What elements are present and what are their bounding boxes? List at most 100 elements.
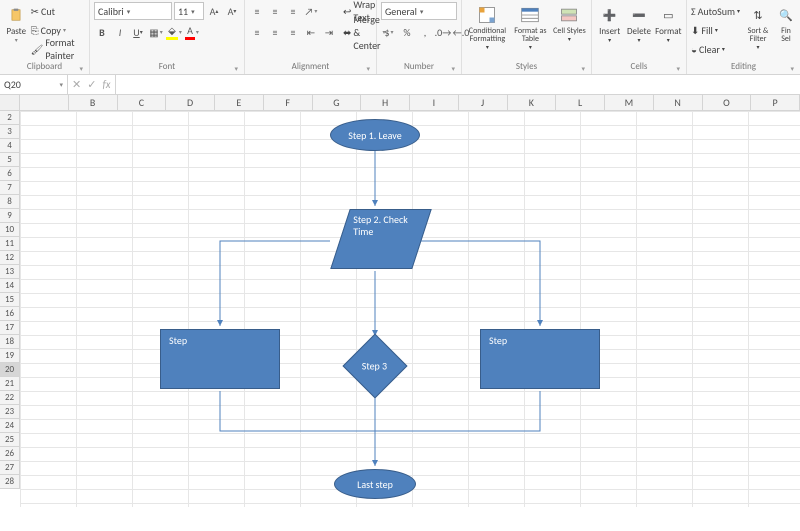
table-icon <box>519 4 541 26</box>
shrink-font-button[interactable]: A▾ <box>224 3 240 19</box>
row-header[interactable]: 16 <box>0 307 19 321</box>
flowchart-process-right[interactable]: Step <box>480 329 600 389</box>
align-center-button[interactable]: ≡ <box>267 24 283 40</box>
row-header[interactable]: 22 <box>0 391 19 405</box>
autosum-button[interactable]: ΣAutoSum▾ <box>691 2 740 20</box>
flowchart-terminator-start[interactable]: Step 1. Leave <box>330 119 420 151</box>
select-all-corner[interactable] <box>0 95 20 111</box>
align-left-button[interactable]: ≡ <box>249 24 265 40</box>
insert-cells-button[interactable]: ➕Insert▾ <box>596 2 623 45</box>
row-header[interactable]: 20 <box>0 363 19 377</box>
col-header[interactable]: M <box>605 95 654 110</box>
conditional-formatting-button[interactable]: Conditional Formatting▾ <box>466 2 509 52</box>
row-header[interactable]: 25 <box>0 433 19 447</box>
col-header[interactable]: P <box>751 95 800 110</box>
col-header[interactable]: F <box>264 95 313 110</box>
font-name-select[interactable]: Calibri▾ <box>94 2 172 20</box>
ribbon: Paste ▾ ✂Cut ⎘Copy▾ 🖌Format Painter Clip… <box>0 0 800 75</box>
italic-button[interactable]: I <box>112 24 128 40</box>
bold-button[interactable]: B <box>94 24 110 40</box>
align-right-button[interactable]: ≡ <box>285 24 301 40</box>
number-format-select[interactable]: General▾ <box>381 2 457 20</box>
find-select-button[interactable]: 🔍Fin Sel <box>776 2 796 45</box>
flowchart-process-left[interactable]: Step <box>160 329 280 389</box>
row-header[interactable]: 12 <box>0 251 19 265</box>
format-cells-button[interactable]: ▭Format▾ <box>655 2 682 45</box>
row-header[interactable]: 23 <box>0 405 19 419</box>
flowchart-terminator-end[interactable]: Last step <box>334 469 416 499</box>
col-header[interactable]: H <box>361 95 410 110</box>
indent-inc-button[interactable]: ⇥ <box>321 24 337 40</box>
cut-button[interactable]: ✂Cut <box>31 2 85 20</box>
row-header[interactable]: 11 <box>0 237 19 251</box>
comma-button[interactable]: , <box>417 24 433 40</box>
row-header[interactable]: 6 <box>0 167 19 181</box>
accounting-button[interactable]: $ <box>381 24 397 40</box>
col-header[interactable]: I <box>410 95 459 110</box>
row-header[interactable]: 27 <box>0 461 19 475</box>
row-header[interactable]: 13 <box>0 265 19 279</box>
fill-button[interactable]: ⬇Fill▾ <box>691 21 740 39</box>
row-header[interactable]: 3 <box>0 125 19 139</box>
row-header[interactable]: 19 <box>0 349 19 363</box>
col-header[interactable]: J <box>459 95 508 110</box>
cell-styles-button[interactable]: Cell Styles▾ <box>552 2 587 44</box>
indent-dec-button[interactable]: ⇤ <box>303 24 319 40</box>
clear-button[interactable]: ◒Clear▾ <box>691 40 740 58</box>
col-header[interactable]: O <box>703 95 752 110</box>
delete-cells-button[interactable]: ➖Delete▾ <box>625 2 652 45</box>
col-header[interactable] <box>20 95 69 110</box>
col-header[interactable]: K <box>508 95 557 110</box>
flowchart-decision[interactable]: Step 3 <box>342 333 407 398</box>
row-header[interactable]: 18 <box>0 335 19 349</box>
border-button[interactable]: ▦ <box>148 24 164 40</box>
paste-button[interactable]: Paste ▾ <box>4 2 29 45</box>
format-painter-button[interactable]: 🖌Format Painter <box>31 40 85 58</box>
row-header[interactable]: 26 <box>0 447 19 461</box>
col-header[interactable]: G <box>313 95 362 110</box>
row-header[interactable]: 28 <box>0 475 19 489</box>
format-as-table-button[interactable]: Format as Table▾ <box>511 2 550 52</box>
row-header[interactable]: 21 <box>0 377 19 391</box>
col-header[interactable]: C <box>118 95 167 110</box>
merge-icon: ⬌ <box>343 26 351 39</box>
cell-grid[interactable]: Step 1. Leave Step 2. Check Time Step 3 … <box>20 111 800 507</box>
row-header[interactable]: 24 <box>0 419 19 433</box>
inc-decimal-button[interactable]: .0→ <box>435 24 451 40</box>
row-header[interactable]: 5 <box>0 153 19 167</box>
row-header[interactable]: 2 <box>0 111 19 125</box>
font-size-select[interactable]: 11▾ <box>174 2 204 20</box>
row-header[interactable]: 8 <box>0 195 19 209</box>
row-header[interactable]: 9 <box>0 209 19 223</box>
row-header[interactable]: 7 <box>0 181 19 195</box>
fill-color-button[interactable]: ⬙ <box>166 24 182 40</box>
underline-button[interactable]: U▾ <box>130 24 146 40</box>
row-header[interactable]: 10 <box>0 223 19 237</box>
col-header[interactable]: B <box>69 95 118 110</box>
worksheet[interactable]: BCDEFGHIJKLMNOP 234567891011121314151617… <box>0 95 800 507</box>
column-headers[interactable]: BCDEFGHIJKLMNOP <box>20 95 800 111</box>
orientation-button[interactable]: ↗ <box>303 3 319 19</box>
sort-filter-button[interactable]: ⇅Sort & Filter▾ <box>742 2 774 52</box>
row-headers[interactable]: 2345678910111213141516171819202122232425… <box>0 111 20 489</box>
col-header[interactable]: E <box>215 95 264 110</box>
cancel-formula-icon[interactable]: ✕ <box>72 78 81 91</box>
row-header[interactable]: 14 <box>0 279 19 293</box>
row-header[interactable]: 15 <box>0 293 19 307</box>
formula-input[interactable] <box>116 75 800 94</box>
align-bottom-button[interactable]: ≡ <box>285 3 301 19</box>
row-header[interactable]: 4 <box>0 139 19 153</box>
align-middle-button[interactable]: ≡ <box>267 3 283 19</box>
col-header[interactable]: N <box>654 95 703 110</box>
align-top-button[interactable]: ≡ <box>249 3 265 19</box>
fx-icon[interactable]: fx <box>102 78 110 91</box>
col-header[interactable]: D <box>166 95 215 110</box>
name-box[interactable]: Q20▾ <box>0 75 68 94</box>
row-header[interactable]: 17 <box>0 321 19 335</box>
grow-font-button[interactable]: A▴ <box>206 3 222 19</box>
enter-formula-icon[interactable]: ✓ <box>87 78 96 91</box>
font-color-button[interactable]: A <box>184 24 200 40</box>
col-header[interactable]: L <box>556 95 605 110</box>
flowchart-process-check[interactable]: Step 2. Check Time <box>330 209 431 269</box>
percent-button[interactable]: % <box>399 24 415 40</box>
